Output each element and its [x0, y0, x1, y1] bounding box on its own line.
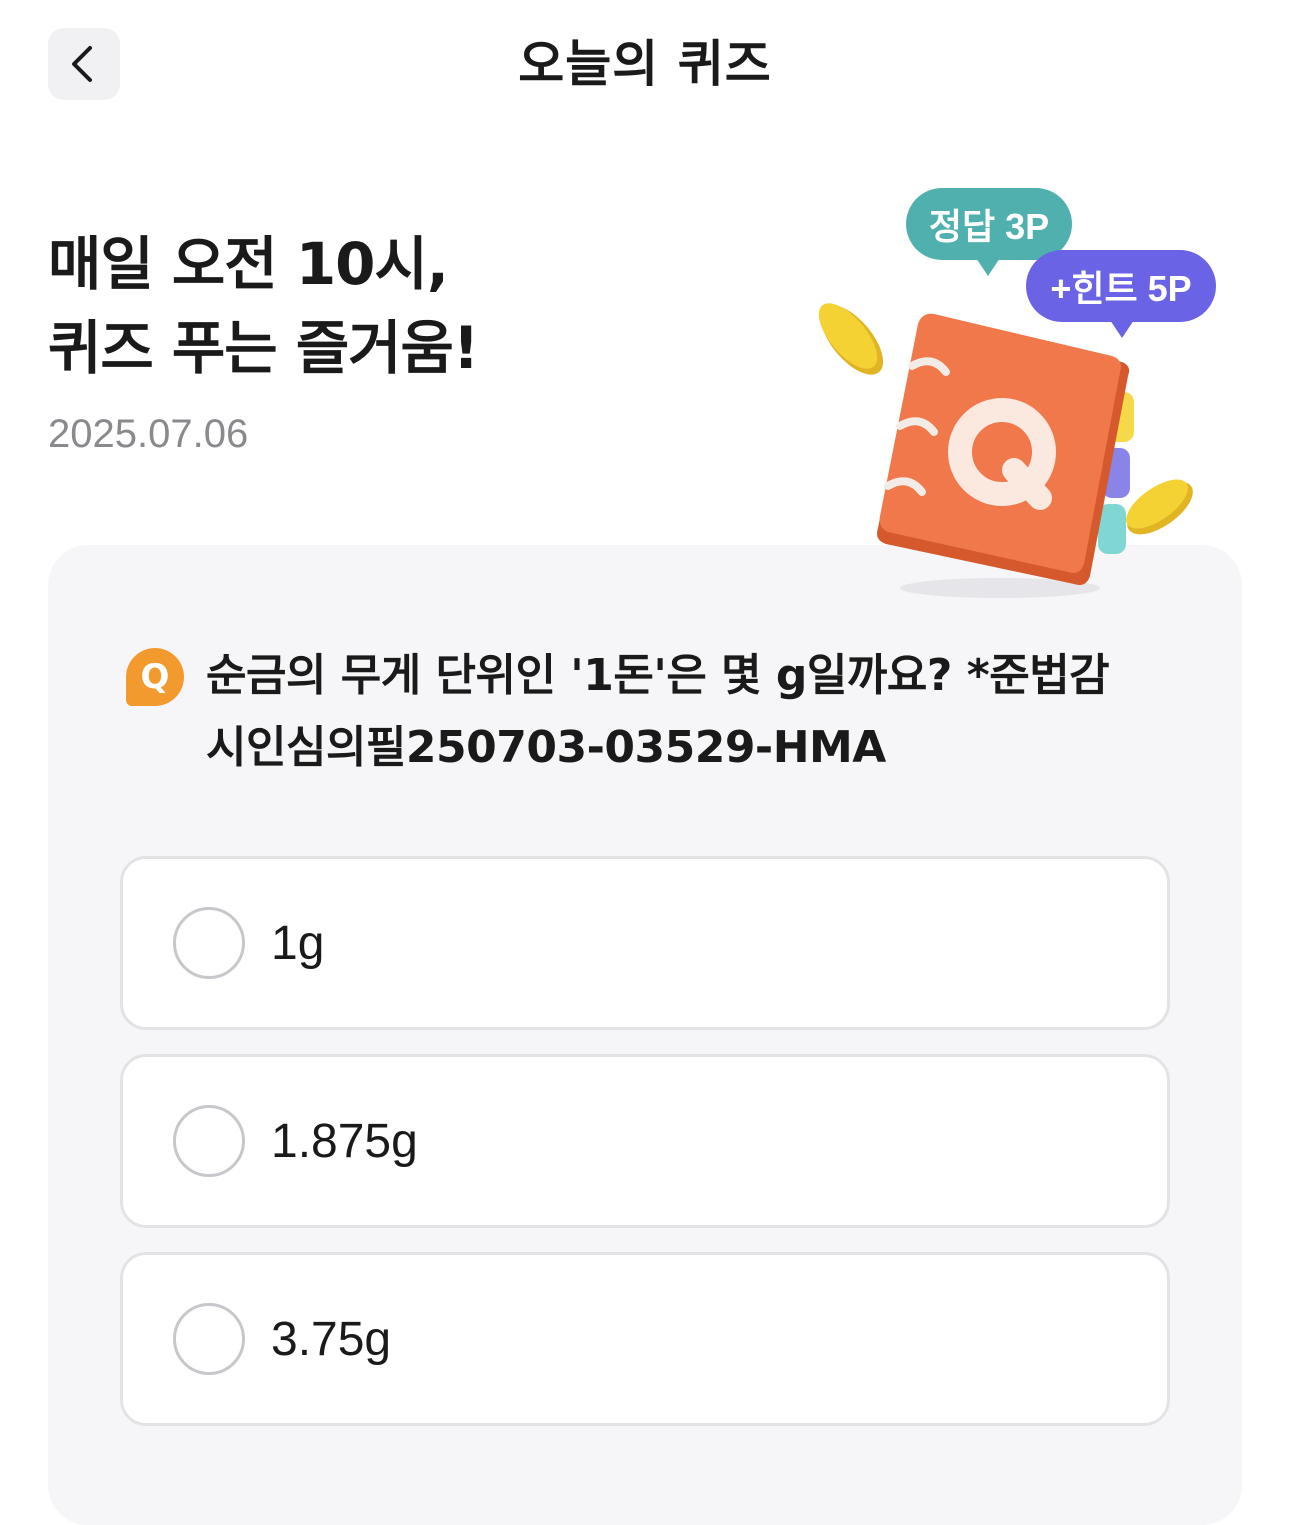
answer-option-2[interactable]: 1.875g	[120, 1054, 1170, 1228]
page-title: 오늘의 퀴즈	[518, 35, 772, 93]
top-bar: 오늘의 퀴즈	[0, 0, 1290, 128]
coin-icon	[1126, 479, 1193, 535]
option-label: 3.75g	[271, 1312, 392, 1366]
hint-reward-badge: +힌트 5P	[1026, 250, 1216, 338]
radio-button[interactable]	[173, 907, 245, 979]
hero-headline: 매일 오전 10시, 퀴즈 푸는 즐거움!	[48, 222, 748, 390]
answer-reward-badge: 정답 3P	[906, 188, 1072, 276]
answer-option-3[interactable]: 3.75g	[120, 1252, 1170, 1426]
question-line-2: 시인심의필250703-03529-HMA	[206, 722, 886, 773]
radio-button[interactable]	[173, 1105, 245, 1177]
coin-icon	[818, 303, 884, 375]
option-label: 1.875g	[271, 1114, 418, 1168]
headline-line-1: 매일 오전 10시,	[48, 230, 449, 298]
quiz-date: 2025.07.06	[48, 412, 249, 456]
question-badge: Q	[126, 648, 184, 706]
headline-line-2: 퀴즈 푸는 즐거움!	[48, 314, 479, 382]
quiz-question: Q 순금의 무게 단위인 '1돈'은 몇 g일까요? *준법감 시인심의필250…	[126, 640, 1186, 784]
radio-button[interactable]	[173, 1303, 245, 1375]
question-text: 순금의 무게 단위인 '1돈'은 몇 g일까요? *준법감 시인심의필25070…	[206, 640, 1110, 784]
question-line-1: 순금의 무게 단위인 '1돈'은 몇 g일까요? *준법감	[206, 650, 1110, 701]
answer-option-1[interactable]: 1g	[120, 856, 1170, 1030]
option-label: 1g	[271, 916, 325, 970]
